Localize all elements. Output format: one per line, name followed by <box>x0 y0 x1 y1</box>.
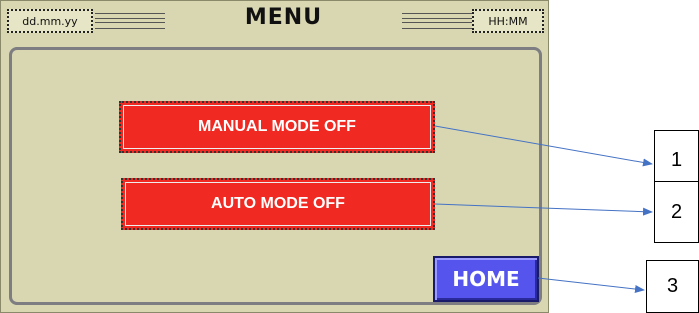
callout-arrow-3 <box>537 277 645 293</box>
home-button[interactable]: HOME <box>433 256 539 302</box>
title-frame: MENU <box>95 5 472 31</box>
time-display: HH:MM <box>472 9 544 33</box>
manual-mode-button[interactable]: MANUAL MODE OFF <box>119 101 435 153</box>
auto-mode-button[interactable]: AUTO MODE OFF <box>121 178 435 230</box>
callout-label-2: 2 <box>654 181 699 243</box>
callout-label-3: 3 <box>646 260 699 313</box>
hmi-panel: dd.mm.yy MENU HH:MM MANUAL MODE OFF AUTO… <box>0 0 549 313</box>
page-title: MENU <box>244 5 323 30</box>
header-bar: dd.mm.yy MENU HH:MM <box>5 4 546 36</box>
date-display: dd.mm.yy <box>7 9 93 33</box>
